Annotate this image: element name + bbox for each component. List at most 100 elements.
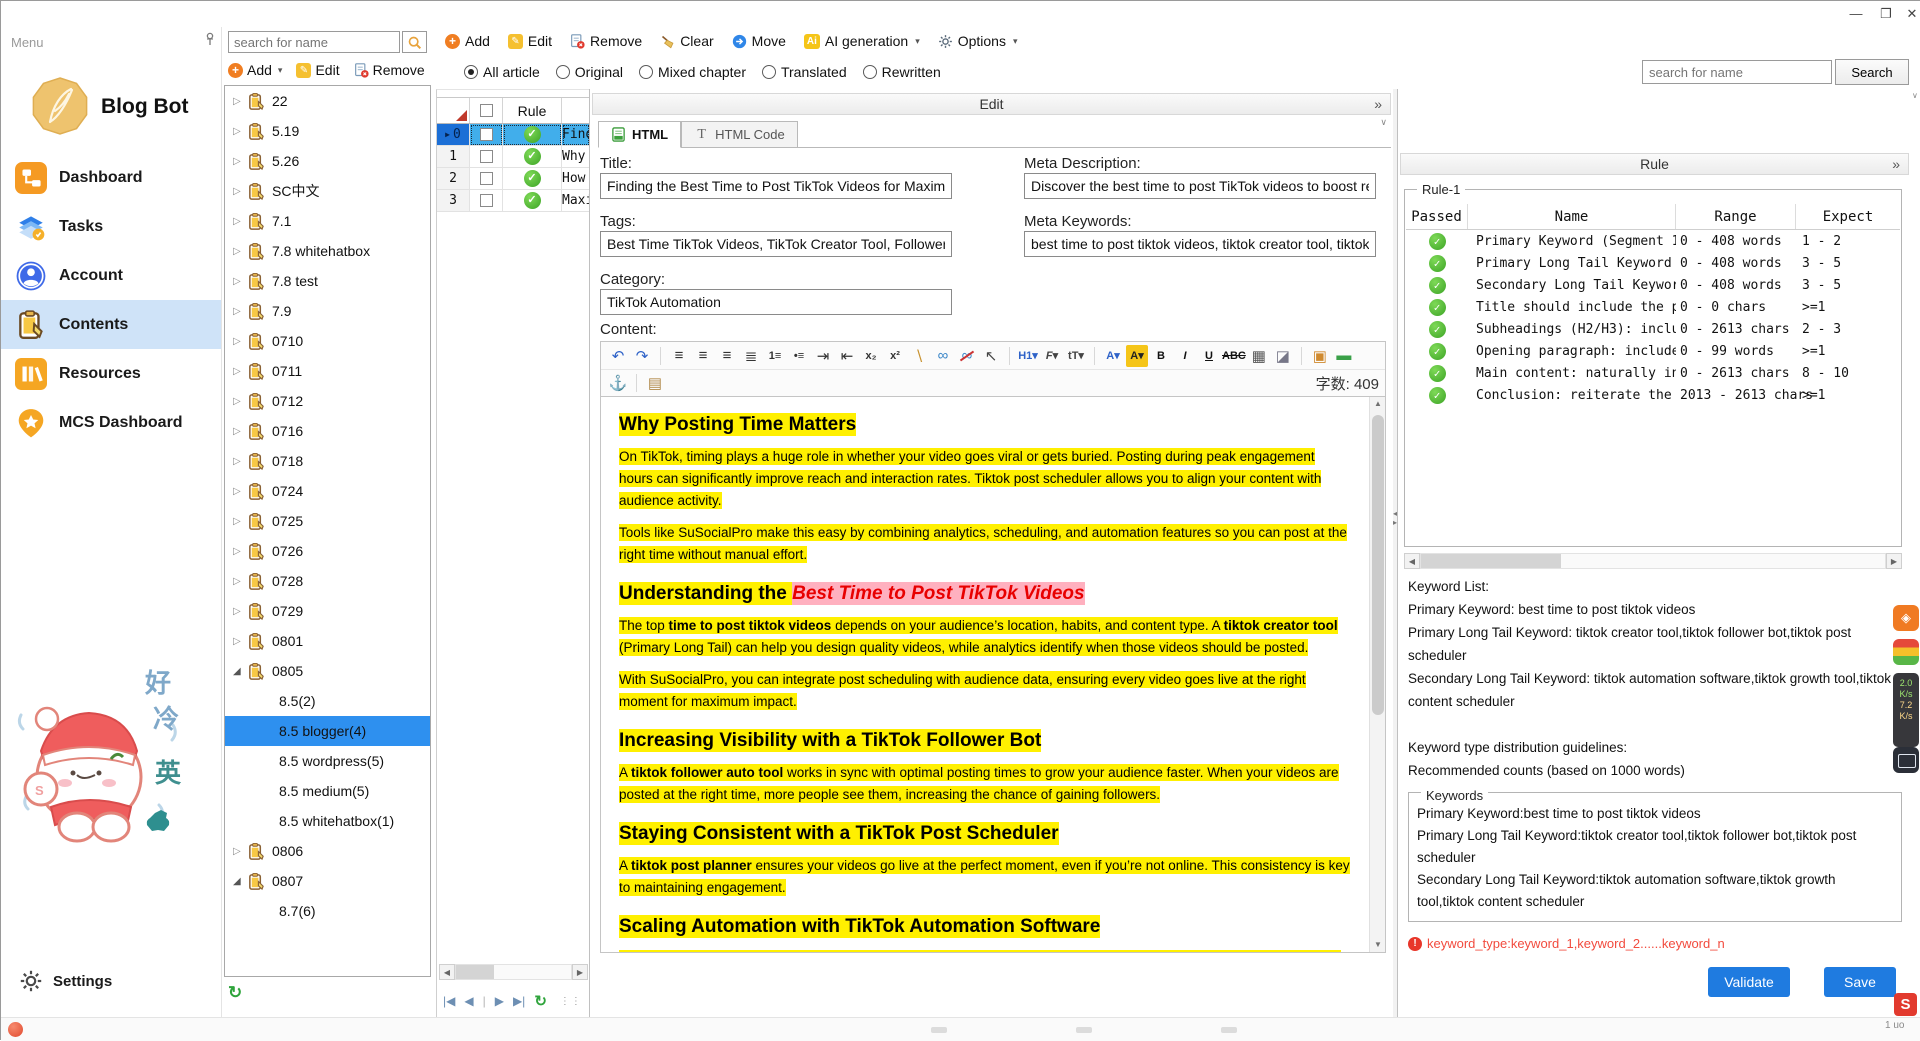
article-title[interactable]: Finding the Best Time to Post TikTok Vid… xyxy=(562,124,590,146)
grid-horizontal-scrollbar[interactable]: ◀ ▶ xyxy=(439,964,588,980)
tree-search-input[interactable] xyxy=(228,31,400,53)
table-row[interactable]: 2✓How xyxy=(437,168,590,190)
maximize-icon[interactable]: ❐ xyxy=(1873,4,1899,24)
rule-row[interactable]: ✓Secondary Long Tail Keyword (...0 - 408… xyxy=(1406,274,1900,296)
rule-row[interactable]: ✓Main content: naturally inser...0 - 261… xyxy=(1406,362,1900,384)
table-row[interactable]: 3✓Maxi xyxy=(437,190,590,212)
tree-item-0805[interactable]: ◢0805 xyxy=(225,656,430,686)
row-index[interactable]: 1 xyxy=(437,146,470,168)
last-page-icon[interactable]: ▶| xyxy=(513,994,525,1008)
bold-icon[interactable]: B xyxy=(1150,345,1172,367)
table-row[interactable]: 1✓Why xyxy=(437,146,590,168)
heading-icon[interactable]: H1▾ xyxy=(1017,345,1039,367)
category-field[interactable] xyxy=(600,289,952,315)
save-button[interactable]: Save xyxy=(1824,967,1896,997)
prev-page-icon[interactable]: ◀ xyxy=(464,994,473,1008)
rule-status[interactable]: ✓ xyxy=(503,124,562,146)
filter-radio-mixed-chapter[interactable]: Mixed chapter xyxy=(639,64,746,80)
tree-item-0716[interactable]: ▷0716 xyxy=(225,416,430,446)
add-button[interactable]: +Add xyxy=(445,33,490,49)
tree-item-7-9[interactable]: ▷7.9 xyxy=(225,296,430,326)
collapsed-arrow-icon[interactable]: ▷ xyxy=(233,606,245,617)
rule-column-header-name[interactable]: Name xyxy=(1468,204,1676,229)
tree-item-7-1[interactable]: ▷7.1 xyxy=(225,206,430,236)
rule-search-input[interactable] xyxy=(1642,60,1832,84)
rule-status[interactable]: ✓ xyxy=(503,168,562,190)
rule-row[interactable]: ✓Conclusion: reiterate the mai...2013 - … xyxy=(1406,384,1900,406)
tree-search-button[interactable] xyxy=(402,31,427,53)
collapsed-arrow-icon[interactable]: ▷ xyxy=(233,486,245,497)
grid-scroll-track[interactable] xyxy=(455,964,572,980)
sidebar-item-mcs-dashboard[interactable]: MCS Dashboard xyxy=(1,398,221,447)
rule-row[interactable]: ✓Opening paragraph: include on...0 - 99 … xyxy=(1406,340,1900,362)
tree-item-0728[interactable]: ▷0728 xyxy=(225,566,430,596)
tab-html-code[interactable]: THTML Code xyxy=(681,121,798,147)
article-title[interactable]: Maxi xyxy=(562,190,590,212)
next-page-icon[interactable]: ▶ xyxy=(495,994,504,1008)
align-right-icon[interactable]: ≡ xyxy=(716,345,738,367)
paste-icon[interactable]: ▤ xyxy=(644,372,666,394)
collapsed-arrow-icon[interactable]: ▷ xyxy=(233,636,245,647)
rule-column-header-range[interactable]: Range xyxy=(1676,204,1796,229)
tree-item-0711[interactable]: ▷0711 xyxy=(225,356,430,386)
row-index[interactable]: ▶0 xyxy=(437,124,470,146)
refresh-icon[interactable]: ↻ xyxy=(534,992,547,1010)
font-color-icon[interactable]: A▾ xyxy=(1102,345,1124,367)
tree-item-8-5-whitehatbox-1[interactable]: 8.5 whitehatbox(1) xyxy=(225,806,430,836)
table-row[interactable]: ▶0 ✓Finding the Best Time to Post TikTok … xyxy=(437,124,590,146)
app-badge-icon[interactable]: S xyxy=(1894,993,1917,1016)
edit-button[interactable]: ✎Edit xyxy=(508,33,552,49)
ai-generation-button[interactable]: AiAI generation▾ xyxy=(804,33,920,49)
meta-description-field[interactable] xyxy=(1024,173,1376,199)
grid-rule-column-header[interactable]: Rule xyxy=(503,98,562,123)
tree-item-8-5-blogger-4[interactable]: 8.5 blogger(4) xyxy=(225,716,430,746)
anchor-icon[interactable]: ⚓ xyxy=(607,372,629,394)
align-left-icon[interactable]: ≡ xyxy=(668,345,690,367)
insert-image-icon[interactable]: ▣ xyxy=(1309,345,1331,367)
rule-row[interactable]: ✓Title should include the prim...0 - 0 c… xyxy=(1406,296,1900,318)
editor-content[interactable]: Why Posting Time MattersOn TikTok, timin… xyxy=(601,397,1369,952)
rule-horizontal-scrollbar[interactable]: ◀ ▶ xyxy=(1404,553,1902,569)
row-checkbox[interactable] xyxy=(470,124,503,146)
collapsed-arrow-icon[interactable]: ▷ xyxy=(233,396,245,407)
tree-item-0710[interactable]: ▷0710 xyxy=(225,326,430,356)
search-button[interactable]: Search xyxy=(1835,59,1909,85)
outdent-icon[interactable]: ⇤ xyxy=(836,345,858,367)
rule-column-header-expect[interactable]: Expect xyxy=(1796,204,1900,229)
grid-scroll-thumb[interactable] xyxy=(456,965,494,979)
align-justify-icon[interactable]: ≣ xyxy=(740,345,762,367)
tree-item-5-19[interactable]: ▷5.19 xyxy=(225,116,430,146)
unlink-icon[interactable]: ∞ xyxy=(956,345,978,367)
tree-item-0806[interactable]: ▷0806 xyxy=(225,836,430,866)
chevron-down-icon[interactable]: ∨ xyxy=(1912,91,1918,100)
tree-remove-button[interactable]: Remove xyxy=(354,62,425,78)
meta-keywords-field[interactable] xyxy=(1024,231,1376,257)
taskbar-app-icon[interactable] xyxy=(8,1022,23,1037)
rule-row[interactable]: ✓Primary Long Tail Keyword (Se...0 - 408… xyxy=(1406,252,1900,274)
tree-item-0726[interactable]: ▷0726 xyxy=(225,536,430,566)
tree-item-8-5-2[interactable]: 8.5(2) xyxy=(225,686,430,716)
redo-icon[interactable]: ↷ xyxy=(631,345,653,367)
underline-icon[interactable]: U xyxy=(1198,345,1220,367)
status-tool-icon[interactable] xyxy=(1893,639,1919,665)
indent-icon[interactable]: ⇥ xyxy=(812,345,834,367)
tree-item-0724[interactable]: ▷0724 xyxy=(225,476,430,506)
italic-icon[interactable]: I xyxy=(1174,345,1196,367)
align-center-icon[interactable]: ≡ xyxy=(692,345,714,367)
undo-icon[interactable]: ↶ xyxy=(607,345,629,367)
collapsed-arrow-icon[interactable]: ▷ xyxy=(233,216,245,227)
collapsed-arrow-icon[interactable]: ▷ xyxy=(233,846,245,857)
expanded-arrow-icon[interactable]: ◢ xyxy=(233,876,245,887)
sidebar-item-tasks[interactable]: Tasks xyxy=(1,202,221,251)
tree-item-8-5-wordpress-5[interactable]: 8.5 wordpress(5) xyxy=(225,746,430,776)
collapsed-arrow-icon[interactable]: ▷ xyxy=(233,456,245,467)
rule-status[interactable]: ✓ xyxy=(503,146,562,168)
collapsed-arrow-icon[interactable]: ▷ xyxy=(233,366,245,377)
link-icon[interactable]: ∞ xyxy=(932,345,954,367)
sidebar-item-account[interactable]: Account xyxy=(1,251,221,300)
insert-table-icon[interactable]: ▦ xyxy=(1248,345,1270,367)
insert-horizontal-rule-icon[interactable]: ▬ xyxy=(1333,345,1355,367)
grid-select-all-checkbox[interactable] xyxy=(470,98,503,123)
drag-grip-icon[interactable]: ⋮⋮ xyxy=(560,996,582,1007)
numbered-list-icon[interactable]: 1≡ xyxy=(764,345,786,367)
